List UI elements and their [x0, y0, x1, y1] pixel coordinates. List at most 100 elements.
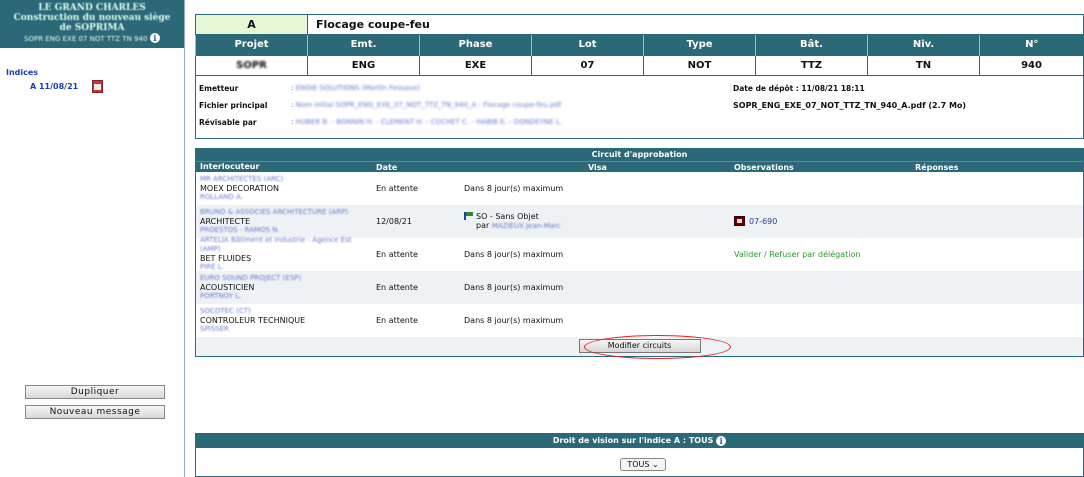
fichier-row: : Nom initial SOPR_ENG_EXE_07_NOT_TTZ_TN…: [291, 100, 562, 109]
document-codification: Projet Emt. Phase Lot Type Bât. Niv. N° …: [195, 35, 1084, 76]
visa-status: SO - Sans Objet: [476, 211, 539, 221]
row-org[interactable]: BRUNO & ASSOCIES ARCHITECTURE (ARP): [200, 208, 374, 217]
row-org[interactable]: MR ARCHITECTES (ARC): [200, 175, 374, 184]
row-visa: Dans 8 jour(s) maximum: [464, 249, 564, 259]
circuit-title: Circuit d'approbation: [196, 148, 1083, 161]
val-projet-text: SOPR: [236, 59, 267, 71]
table-row: MR ARCHITECTES (ARC) MOEX DECORATION ROLLA…: [196, 172, 1083, 205]
val-projet: SOPR: [195, 54, 308, 76]
circuit-actions: Modifier circuits: [196, 334, 1083, 359]
col-niv: Niv.: [867, 35, 980, 55]
visa-flag-icon: [464, 212, 474, 220]
table-row: ARTELIA Bâtiment et Industrie - Agence E…: [196, 236, 1083, 272]
project-name-line1: LE GRAND CHARLES: [38, 3, 146, 13]
duplicate-button[interactable]: Dupliquer: [25, 385, 165, 399]
col-reponses: Réponses: [915, 162, 959, 172]
row-org[interactable]: SOCOTEC (CT): [200, 307, 374, 316]
info-icon[interactable]: i: [716, 435, 727, 446]
row-org[interactable]: EURO SOUND PROJECT (ESP): [200, 274, 374, 283]
indice-cell: A: [195, 14, 308, 35]
highlight-oval: [584, 334, 731, 359]
vision-title-text: Droit de vision sur l'indice A : TOUS: [552, 436, 714, 445]
depot-date: Date de dépôt : 11/08/21 18:11: [733, 83, 865, 93]
vision-rights-panel: Droit de vision sur l'indice A : TOUS i …: [195, 433, 1084, 477]
observation-link[interactable]: 07-690: [734, 216, 905, 226]
document-panel: A Flocage coupe-feu Projet Emt. Phase Lo…: [195, 14, 1084, 359]
document-title: Flocage coupe-feu: [307, 14, 1084, 35]
val-emt: ENG: [307, 54, 420, 76]
row-role: MOEX DECORATION: [200, 183, 279, 193]
file-name-link[interactable]: SOPR_ENG_EXE_07_NOT_TTZ_TN_940_A.pdf (2.…: [733, 101, 966, 110]
vision-select[interactable]: TOUS ⌄: [620, 458, 666, 471]
col-bat: Bât.: [755, 35, 868, 55]
row-visa: Dans 8 jour(s) maximum: [464, 315, 564, 325]
fichier-value[interactable]: Nom initial SOPR_ENG_EXE_07_NOT_TTZ_TN_9…: [296, 101, 562, 109]
row-person[interactable]: PORTNOY L.: [200, 292, 374, 301]
indices-label: Indices: [6, 68, 39, 77]
row-visa: Dans 8 jour(s) maximum: [464, 183, 564, 193]
val-numero: 940: [979, 54, 1084, 76]
row-role: BET FLUIDES: [200, 254, 252, 263]
visa-by: par: [476, 220, 490, 230]
table-row: EURO SOUND PROJECT (ESP) ACOUSTICIEN PORTN…: [196, 270, 1083, 304]
col-lot: Lot: [531, 35, 644, 55]
col-observations: Observations: [734, 162, 794, 172]
circuit-columns: Interlocuteur Date Visa Observations Rép…: [196, 160, 1083, 172]
col-date: Date: [376, 162, 398, 172]
col-projet: Projet: [195, 35, 308, 55]
col-visa: Visa: [588, 162, 607, 172]
val-bat: TTZ: [755, 54, 868, 76]
row-visa: Dans 8 jour(s) maximum: [464, 282, 564, 292]
table-row: SOCOTEC (CT) CONTROLEUR TECHNIQUE SPISSER …: [196, 304, 1083, 337]
val-lot: 07: [531, 54, 644, 76]
row-role: ACOUSTICIEN: [200, 282, 255, 292]
chevron-down-icon: ⌄: [651, 460, 659, 469]
project-header: LE GRAND CHARLES Construction du nouveau…: [0, 0, 184, 48]
vision-select-value: TOUS: [627, 460, 650, 469]
col-interlocuteur: Interlocuteur: [200, 161, 260, 171]
pdf-icon[interactable]: [92, 80, 104, 93]
revisable-row: : HUBER B. - BONNIN H. - CLEMENT H. - CO…: [291, 117, 562, 126]
indice-entry-label[interactable]: A 11/08/21: [30, 82, 78, 91]
observation-ref[interactable]: 07-690: [749, 217, 777, 226]
row-role: CONTROLEUR TECHNIQUE: [200, 315, 306, 325]
visa-person: MAZIEUX Jean-Marc: [491, 221, 561, 230]
delegate-link[interactable]: Valider / Refuser par délégation: [732, 250, 905, 259]
row-date: En attente: [376, 183, 418, 193]
row-date: 12/08/21: [376, 216, 412, 226]
row-date: En attente: [376, 249, 418, 259]
emetteur-value[interactable]: ENGIE SOLUTIONS (Martin Fessaux): [296, 84, 420, 92]
col-numero: N°: [979, 35, 1084, 55]
project-name-line2: Construction du nouveau siège: [13, 13, 171, 23]
row-person[interactable]: PIRE L.: [200, 263, 374, 272]
new-message-button[interactable]: Nouveau message: [25, 405, 165, 419]
row-org[interactable]: ARTELIA Bâtiment et Industrie - Agence E…: [200, 236, 374, 254]
indice-entry[interactable]: A 11/08/21: [30, 80, 104, 93]
project-name-line3: de SOPRIMA: [59, 23, 125, 33]
document-header: A Flocage coupe-feu: [195, 14, 1084, 35]
val-type: NOT: [643, 54, 756, 76]
row-person[interactable]: PROESTOS - RAMOS N.: [200, 226, 374, 235]
approval-circuit: Circuit d'approbation Interlocuteur Date…: [195, 147, 1084, 359]
document-details: Emetteur : ENGIE SOLUTIONS (Martin Fessa…: [195, 75, 1084, 139]
observation-doc-icon[interactable]: [734, 216, 745, 226]
col-phase: Phase: [419, 35, 532, 55]
row-date: En attente: [376, 315, 418, 325]
emetteur-row: : ENGIE SOLUTIONS (Martin Fessaux): [291, 83, 420, 92]
emetteur-label: Emetteur: [199, 83, 239, 93]
table-row: BRUNO & ASSOCIES ARCHITECTURE (ARP) ARCHI…: [196, 204, 1083, 238]
row-person[interactable]: ROLLAND A.: [200, 193, 374, 202]
project-code: SOPR ENG EXE 07 NOT TTZ TN 940: [24, 34, 148, 43]
row-person[interactable]: SPISSER: [200, 325, 374, 334]
fichier-label: Fichier principal: [199, 100, 268, 110]
vision-title: Droit de vision sur l'indice A : TOUS i: [196, 434, 1083, 448]
val-niv: TN: [867, 54, 980, 76]
revisable-label: Révisable par: [199, 117, 257, 127]
row-date: En attente: [376, 282, 418, 292]
info-icon[interactable]: i: [149, 33, 160, 43]
val-phase: EXE: [419, 54, 532, 76]
sidebar: LE GRAND CHARLES Construction du nouveau…: [0, 0, 185, 477]
revisable-value[interactable]: HUBER B. - BONNIN H. - CLEMENT H. - COCH…: [296, 118, 562, 126]
row-visa: SO - Sans Objet par MAZIEUX Jean-Marc: [464, 212, 732, 231]
row-role: ARCHITECTE: [200, 216, 251, 226]
